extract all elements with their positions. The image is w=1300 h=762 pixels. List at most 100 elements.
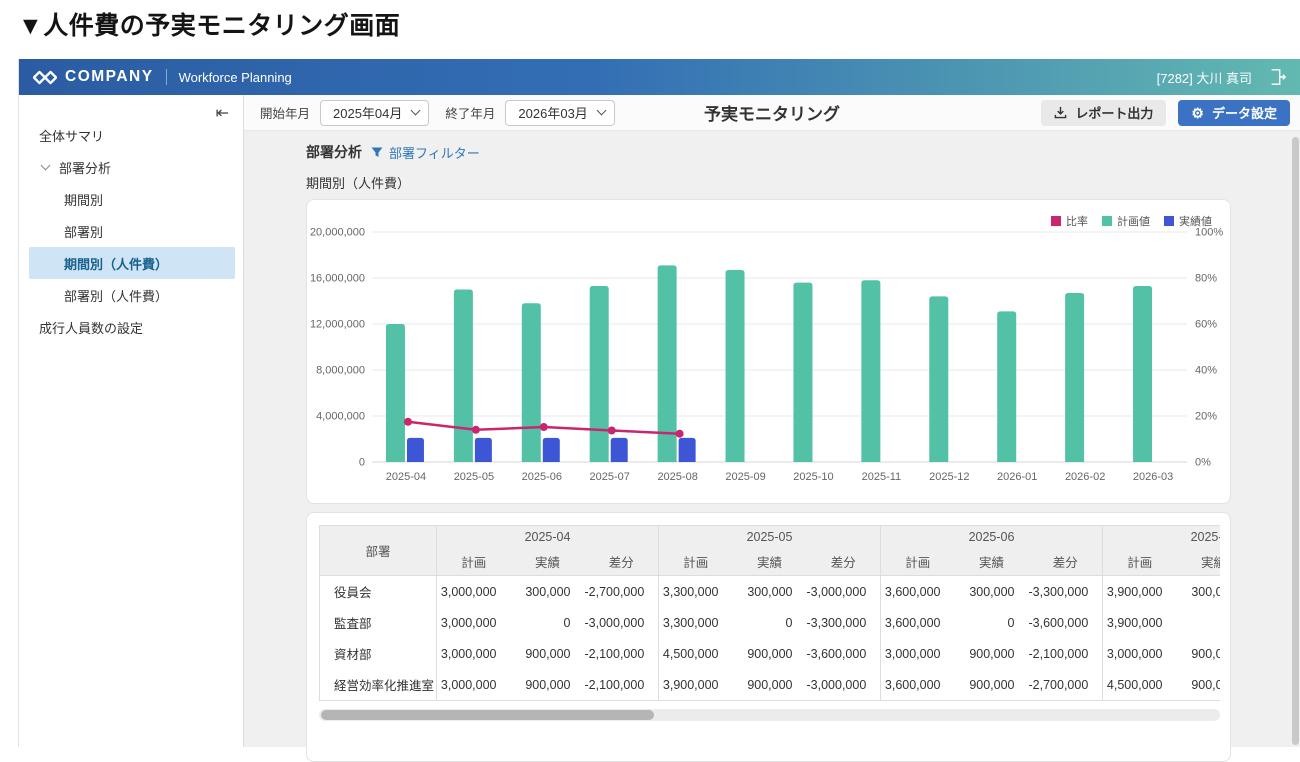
collapse-sidebar-icon[interactable]: ⇤	[216, 103, 229, 123]
horizontal-scrollbar-thumb[interactable]	[321, 710, 654, 720]
sidebar-item[interactable]: 成行人員数の設定	[19, 311, 243, 343]
right-axis-tick: 0%	[1195, 457, 1211, 469]
sidebar-item[interactable]: 部署別（人件費）	[19, 279, 243, 311]
table-header-month: 2025-04	[437, 526, 659, 549]
horizontal-scrollbar-track[interactable]	[319, 709, 1220, 721]
vertical-scrollbar-thumb[interactable]	[1292, 137, 1299, 745]
dept-cell: 役員会	[320, 576, 437, 608]
value-cell: 3,000,000	[437, 576, 511, 608]
content-area: 部署分析 部署フィルター 期間別（人件費） 比率計画値実績値 04,000,00…	[244, 131, 1300, 747]
table-header-sub: 実績	[955, 548, 1029, 576]
x-axis-tick: 2026-02	[1065, 471, 1105, 483]
sidebar-item[interactable]: 部署別	[19, 215, 243, 247]
table-header-sub: 実績	[1177, 548, 1221, 576]
start-month-value: 2025年04月	[333, 103, 402, 122]
legend-item: 比率	[1051, 213, 1088, 229]
x-axis-tick: 2026-03	[1133, 471, 1173, 483]
table-header-sub: 実績	[733, 548, 807, 576]
right-axis-tick: 80%	[1195, 273, 1217, 285]
sidebar-item[interactable]: 期間別	[19, 183, 243, 215]
gear-icon: ⚙	[1191, 106, 1204, 120]
data-settings-label: データ設定	[1212, 103, 1277, 122]
sidebar-nav: 全体サマリ部署分析期間別部署別期間別（人件費）部署別（人件費）成行人員数の設定	[19, 119, 243, 343]
value-cell: -2,100,000	[585, 638, 659, 669]
plan-bar	[386, 324, 405, 462]
end-month-select[interactable]: 2026年03月	[505, 100, 614, 126]
section-title: 部署分析	[306, 142, 362, 162]
value-cell: 300,000	[733, 576, 807, 608]
data-settings-button[interactable]: ⚙ データ設定	[1178, 100, 1290, 126]
dept-cell: 資材部	[320, 638, 437, 669]
value-cell: 900,000	[733, 669, 807, 701]
value-cell: 900,000	[955, 638, 1029, 669]
table-viewport: 部署2025-042025-052025-062025-07計画実績差分計画実績…	[319, 525, 1220, 701]
sidebar-item[interactable]: 部署分析	[19, 151, 243, 183]
logout-icon[interactable]	[1268, 68, 1286, 86]
ratio-point	[472, 426, 480, 434]
app-header: COMPANY Workforce Planning [7282] 大川 真司	[19, 59, 1300, 95]
plan-bar	[997, 311, 1016, 462]
plan-bar	[522, 303, 541, 462]
user-name: [7282] 大川 真司	[1157, 68, 1252, 87]
table-row: 経営効率化推進室3,000,000900,000-2,100,0003,900,…	[320, 669, 1221, 701]
actual-bar	[611, 438, 628, 462]
plan-bar	[454, 290, 473, 463]
left-axis-tick: 8,000,000	[316, 365, 365, 377]
value-cell: 0	[511, 607, 585, 638]
x-axis-tick: 2025-10	[793, 471, 833, 483]
department-filter-link[interactable]: 部署フィルター	[371, 143, 480, 162]
value-cell: 0	[1177, 607, 1221, 638]
chart-card: 比率計画値実績値 04,000,0008,000,00012,000,00016…	[306, 199, 1231, 504]
x-axis-tick: 2025-08	[657, 471, 697, 483]
chart-section-title: 期間別（人件費）	[306, 173, 1300, 192]
legend-item: 実績値	[1164, 213, 1212, 229]
chart-svg: 04,000,0008,000,00012,000,00016,000,0002…	[307, 200, 1230, 503]
value-cell: -2,100,000	[585, 669, 659, 701]
sidebar-item-label: 部署別	[64, 222, 103, 241]
value-cell: -2,700,000	[1029, 669, 1103, 701]
value-cell: 3,000,000	[437, 669, 511, 701]
table-header-sub: 差分	[585, 548, 659, 576]
actual-bar	[407, 438, 424, 462]
page-title: ▼人件費の予実モニタリング画面	[18, 6, 400, 42]
ratio-point	[540, 423, 548, 431]
plan-bar	[590, 286, 609, 462]
legend-swatch	[1164, 216, 1174, 226]
end-month-label: 終了年月	[445, 103, 495, 122]
plan-bar	[1133, 286, 1152, 462]
report-export-button[interactable]: レポート出力	[1041, 100, 1166, 126]
x-axis-tick: 2025-04	[386, 471, 426, 483]
chevron-down-icon	[596, 106, 606, 116]
table-header-month: 2025-05	[659, 526, 881, 549]
left-axis-tick: 0	[359, 457, 365, 469]
value-cell: -3,300,000	[807, 607, 881, 638]
sidebar-item-label: 部署分析	[59, 158, 111, 177]
sidebar-item[interactable]: 全体サマリ	[19, 119, 243, 151]
value-cell: 3,000,000	[437, 607, 511, 638]
actual-bar	[475, 438, 492, 462]
chart-legend: 比率計画値実績値	[1051, 213, 1212, 229]
start-month-select[interactable]: 2025年04月	[320, 100, 429, 126]
right-axis-tick: 60%	[1195, 319, 1217, 331]
value-cell: -3,000,000	[807, 576, 881, 608]
value-cell: 3,600,000	[881, 607, 955, 638]
product-name: Workforce Planning	[179, 70, 292, 85]
value-cell: -3,600,000	[807, 638, 881, 669]
header-divider	[166, 69, 167, 85]
value-cell: -2,700,000	[585, 576, 659, 608]
table-header-sub: 計画	[437, 548, 511, 576]
main-area: 開始年月 2025年04月 終了年月 2026年03月 予実モニタリング	[244, 95, 1300, 747]
table-header-sub: 差分	[1029, 548, 1103, 576]
value-cell: 300,000	[1177, 576, 1221, 608]
sidebar-item[interactable]: 期間別（人件費）	[29, 247, 235, 279]
toolbar: 開始年月 2025年04月 終了年月 2026年03月 予実モニタリング	[244, 95, 1300, 131]
table-header-month: 2025-06	[881, 526, 1103, 549]
value-cell: -3,000,000	[807, 669, 881, 701]
company-logo-icon	[33, 70, 57, 85]
value-cell: 3,000,000	[881, 638, 955, 669]
sidebar-item-label: 全体サマリ	[39, 126, 104, 145]
left-axis-tick: 12,000,000	[310, 319, 365, 331]
value-cell: 3,000,000	[437, 638, 511, 669]
page-heading: 予実モニタリング	[704, 100, 840, 125]
value-cell: 3,900,000	[1103, 607, 1177, 638]
